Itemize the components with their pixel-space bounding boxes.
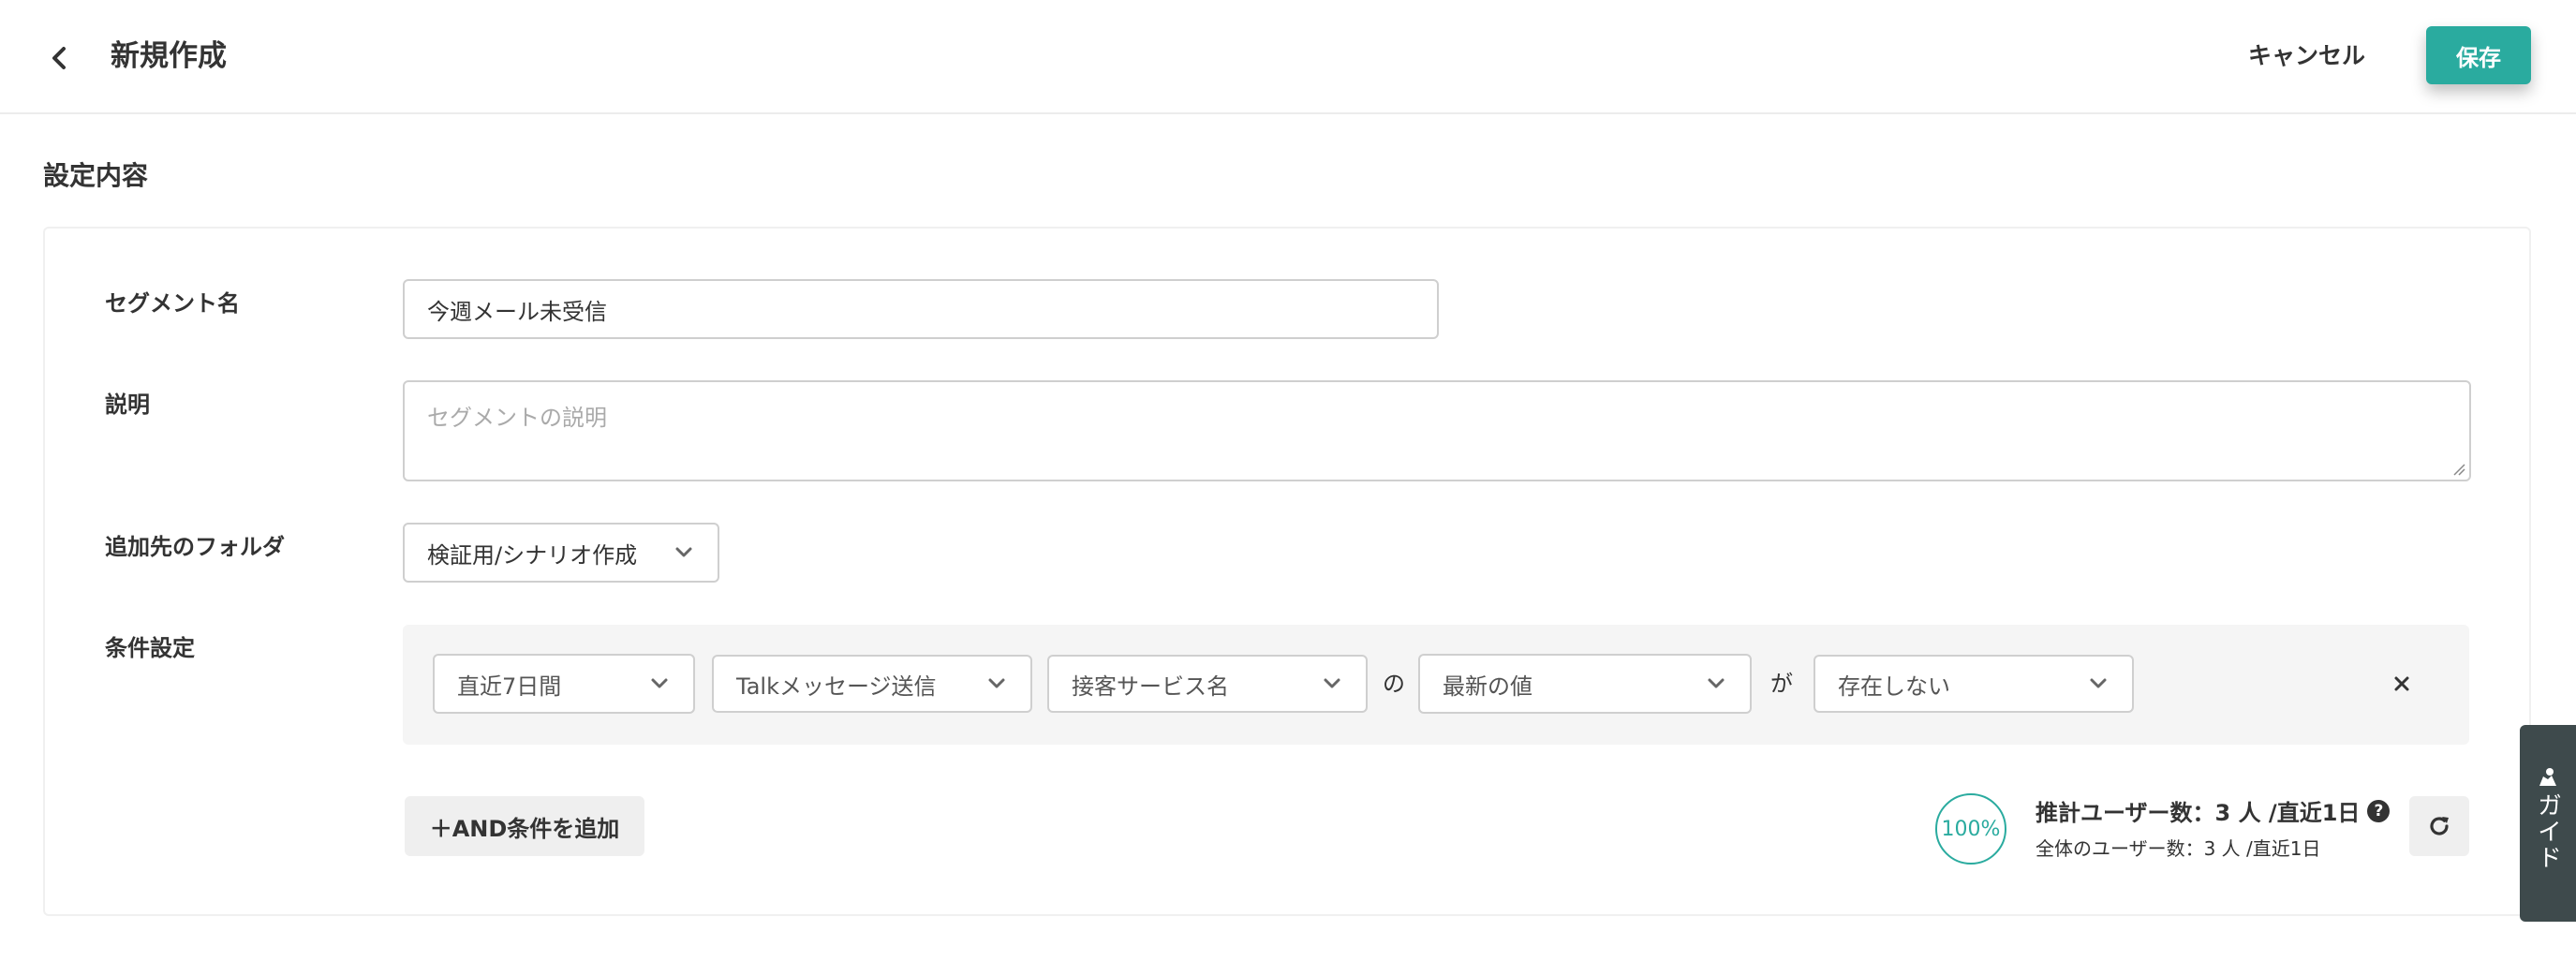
save-button[interactable]: 保存 xyxy=(2426,26,2531,84)
estimate-sub: 全体のユーザー数：3 人 /直近1日 xyxy=(2036,837,2321,860)
estimate-ratio-badge: 100% xyxy=(1935,793,2006,865)
joiner-no: の xyxy=(1383,671,1405,697)
add-and-condition-button[interactable]: ＋AND条件を追加 xyxy=(405,796,644,856)
cancel-button[interactable]: キャンセル xyxy=(2248,34,2365,79)
guide-label: ガイド xyxy=(2533,792,2562,871)
header-bar: 新規作成 キャンセル 保存 xyxy=(0,0,2576,114)
chevron-down-icon xyxy=(651,678,668,688)
segment-name-input[interactable]: 今週メール未受信 xyxy=(403,279,1439,339)
chevron-left-icon xyxy=(52,47,66,69)
event-select-value: Talkメッセージ送信 xyxy=(736,673,937,700)
chevron-down-icon xyxy=(2090,678,2107,688)
event-select[interactable]: Talkメッセージ送信 xyxy=(712,655,1032,713)
folder-select[interactable]: 検証用/シナリオ作成 xyxy=(403,523,719,583)
operator-select-value: 存在しない xyxy=(1838,673,1950,700)
attribute-select[interactable]: 接客サービス名 xyxy=(1047,655,1368,713)
value-type-select-value: 最新の値 xyxy=(1443,673,1532,700)
chevron-down-icon xyxy=(1708,678,1725,688)
map-guide-icon xyxy=(2539,768,2556,786)
guide-tab[interactable]: ガイド xyxy=(2520,725,2576,922)
resize-grip-icon[interactable] xyxy=(2450,461,2465,476)
value-type-select[interactable]: 最新の値 xyxy=(1418,654,1752,714)
chevron-down-icon xyxy=(1324,678,1340,688)
segment-name-label: セグメント名 xyxy=(105,290,240,317)
estimate-main: 推計ユーザー数：3 人 /直近1日 ? xyxy=(2036,794,2391,827)
conditions-label: 条件設定 xyxy=(105,635,195,661)
page-title: 新規作成 xyxy=(111,39,227,73)
folder-select-value: 検証用/シナリオ作成 xyxy=(427,541,638,569)
description-placeholder: セグメントの説明 xyxy=(427,405,607,431)
period-select[interactable]: 直近7日間 xyxy=(433,654,695,714)
back-button[interactable] xyxy=(37,36,82,81)
operator-select[interactable]: 存在しない xyxy=(1814,655,2134,713)
period-select-value: 直近7日間 xyxy=(457,673,562,700)
close-icon xyxy=(2394,676,2409,691)
estimate-main-text: 推計ユーザー数：3 人 /直近1日 xyxy=(2036,800,2361,826)
description-textarea[interactable]: セグメントの説明 xyxy=(403,380,2471,481)
folder-label: 追加先のフォルダ xyxy=(105,534,285,560)
help-icon[interactable]: ? xyxy=(2367,799,2391,822)
section-title: 設定内容 xyxy=(43,160,149,191)
refresh-icon xyxy=(2430,817,2449,835)
description-label: 説明 xyxy=(105,392,150,418)
attribute-select-value: 接客サービス名 xyxy=(1072,673,1229,700)
chevron-down-icon xyxy=(988,678,1005,688)
joiner-ga: が xyxy=(1770,671,1793,697)
remove-condition-button[interactable] xyxy=(2387,669,2417,699)
chevron-down-icon xyxy=(675,547,692,557)
refresh-button[interactable] xyxy=(2409,796,2469,856)
